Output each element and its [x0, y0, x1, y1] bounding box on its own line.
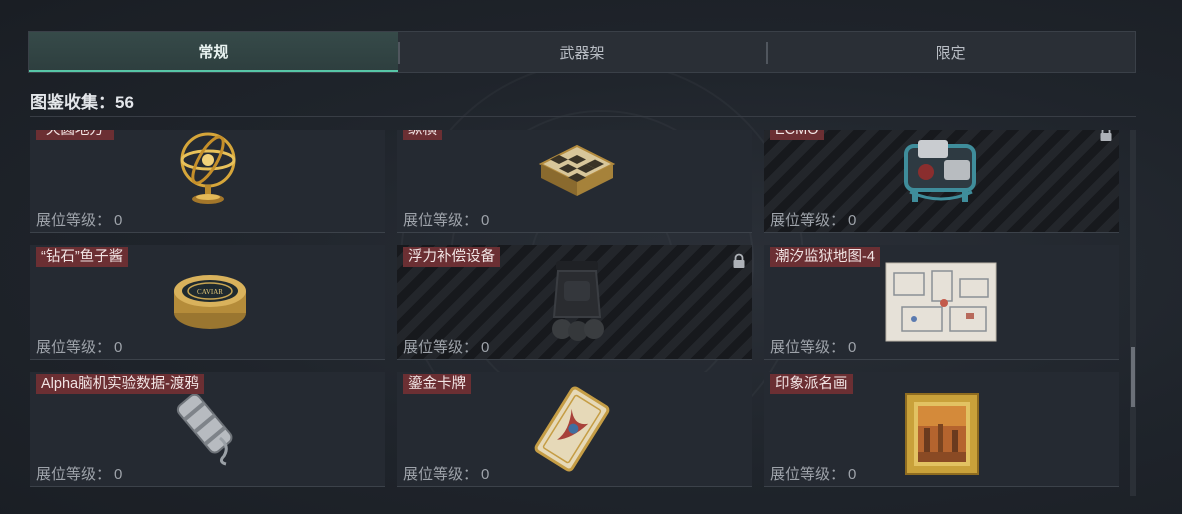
- tin-label: CAVIAR: [197, 288, 223, 296]
- scrollbar[interactable]: [1130, 130, 1136, 496]
- card-corner: [381, 486, 385, 487]
- collection-card[interactable]: Alpha脑机实验数据-渡鸦 展位等级： 0: [30, 372, 385, 487]
- display-level: 展位等级： 0: [403, 209, 489, 230]
- item-name: 浮力补偿设备: [403, 247, 500, 267]
- level-value: 0: [848, 212, 857, 229]
- data-canister-icon: [176, 393, 233, 466]
- card-corner: [748, 486, 752, 487]
- collection-card[interactable]: 潮汐监狱地图-4 展位等级： 0: [764, 245, 1119, 360]
- card-corner: [748, 232, 752, 233]
- level-label: 展位等级：: [403, 339, 479, 356]
- tab-limited[interactable]: 限定: [766, 32, 1135, 72]
- display-level: 展位等级： 0: [770, 463, 856, 484]
- display-level: 展位等级： 0: [36, 336, 122, 357]
- collection-value: 56: [115, 93, 134, 112]
- gilded-card-icon: [534, 386, 610, 472]
- collection-card[interactable]: “天圆地方” 展位等级： 0: [30, 130, 385, 233]
- collection-card-locked[interactable]: 浮力补偿设备 展位等级： 0: [397, 245, 752, 360]
- level-value: 0: [114, 339, 123, 356]
- collection-card-locked[interactable]: ECMO 展位等级： 0: [764, 130, 1119, 233]
- tab-weapon-rack[interactable]: 武器架: [397, 32, 767, 72]
- card-corner: [1115, 359, 1119, 360]
- display-level: 展位等级： 0: [770, 209, 856, 230]
- card-corner: [381, 232, 385, 233]
- level-label: 展位等级：: [770, 339, 846, 356]
- chessboard-icon: [538, 144, 616, 196]
- buoyancy-device-icon: [552, 261, 604, 341]
- collection-card[interactable]: CAVIAR “钻石”鱼子酱 展位等级： 0: [30, 245, 385, 360]
- divider: [30, 116, 1136, 117]
- card-corner: [748, 359, 752, 360]
- item-name: 鎏金卡牌: [403, 374, 471, 394]
- level-value: 0: [481, 339, 490, 356]
- level-value: 0: [114, 466, 123, 483]
- card-corner: [1115, 232, 1119, 233]
- lock-icon: [1100, 130, 1112, 141]
- display-level: 展位等级： 0: [36, 463, 122, 484]
- item-name: 纵横: [403, 130, 442, 140]
- tab-regular[interactable]: 常规: [29, 32, 398, 72]
- display-level: 展位等级： 0: [36, 209, 122, 230]
- level-label: 展位等级：: [403, 212, 479, 229]
- painting-icon: [905, 393, 979, 475]
- display-level: 展位等级： 0: [770, 336, 856, 357]
- category-tabs: 常规 武器架 限定: [28, 31, 1136, 73]
- level-value: 0: [848, 466, 857, 483]
- item-name: Alpha脑机实验数据-渡鸦: [36, 374, 204, 394]
- level-label: 展位等级：: [770, 212, 846, 229]
- level-value: 0: [114, 212, 123, 229]
- level-label: 展位等级：: [36, 212, 112, 229]
- card-corner: [1115, 486, 1119, 487]
- collection-label: 图鉴收集：: [30, 93, 115, 112]
- item-name: 潮汐监狱地图-4: [770, 247, 880, 267]
- level-label: 展位等级：: [36, 339, 112, 356]
- map-icon: [885, 262, 997, 342]
- level-value: 0: [481, 212, 490, 229]
- collection-card[interactable]: 纵横 展位等级： 0: [397, 130, 752, 233]
- collection-grid-viewport: “天圆地方” 展位等级： 0 纵横 展位等级： 0 ECMO 展位等级： 0 C…: [30, 130, 1126, 496]
- level-value: 0: [481, 466, 490, 483]
- level-label: 展位等级：: [770, 466, 846, 483]
- caviar-tin-icon: CAVIAR: [174, 275, 246, 329]
- collection-card[interactable]: 鎏金卡牌 展位等级： 0: [397, 372, 752, 487]
- display-level: 展位等级： 0: [403, 336, 489, 357]
- lock-icon: [733, 253, 745, 268]
- item-name: “天圆地方”: [36, 130, 114, 140]
- armillary-sphere-icon: [180, 132, 236, 204]
- item-name: 印象派名画: [770, 374, 853, 394]
- level-label: 展位等级：: [36, 466, 112, 483]
- item-name: ECMO: [770, 130, 824, 140]
- ecmo-machine-icon: [904, 140, 976, 202]
- collection-count: 图鉴收集：56: [30, 88, 134, 113]
- collection-card[interactable]: 印象派名画 展位等级： 0: [764, 372, 1119, 487]
- collection-grid: “天圆地方” 展位等级： 0 纵横 展位等级： 0 ECMO 展位等级： 0 C…: [30, 130, 1119, 487]
- card-corner: [381, 359, 385, 360]
- level-value: 0: [848, 339, 857, 356]
- display-level: 展位等级： 0: [403, 463, 489, 484]
- scrollbar-thumb[interactable]: [1131, 347, 1135, 407]
- item-name: “钻石”鱼子酱: [36, 247, 129, 267]
- level-label: 展位等级：: [403, 466, 479, 483]
